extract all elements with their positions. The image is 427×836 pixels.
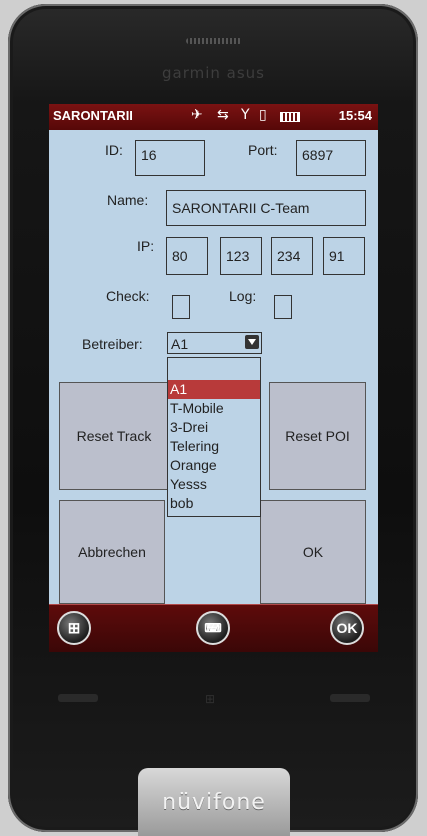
operator-dropdown[interactable]: A1: [167, 332, 262, 354]
hardware-call-key[interactable]: [58, 694, 98, 702]
check-label: Check:: [106, 288, 150, 304]
operator-option-bob[interactable]: bob: [168, 494, 260, 513]
start-menu-button[interactable]: ⊞: [57, 611, 91, 645]
signal-icon: Y: [241, 107, 250, 123]
battery-icon: [280, 112, 300, 122]
id-label: ID:: [105, 142, 123, 158]
operator-option-telering[interactable]: Telering: [168, 437, 260, 456]
port-field[interactable]: 6897: [296, 140, 366, 176]
keyboard-button[interactable]: ⌨: [196, 611, 230, 645]
nuvifone-logo: nüvifone: [162, 790, 266, 815]
operator-option-orange[interactable]: Orange: [168, 456, 260, 475]
log-checkbox[interactable]: [274, 295, 292, 319]
ip-octet-4[interactable]: 91: [323, 237, 365, 275]
clock: 15:54: [338, 108, 372, 123]
chevron-down-icon[interactable]: [245, 335, 259, 349]
operator-option-3-drei[interactable]: 3-Drei: [168, 418, 260, 437]
softbar-ok-button[interactable]: OK: [330, 611, 364, 645]
operator-option-yesss[interactable]: Yesss: [168, 475, 260, 494]
operator-options-list: A1 T-Mobile 3-Drei Telering Orange Yesss…: [167, 357, 261, 517]
check-checkbox[interactable]: [172, 295, 190, 319]
hardware-windows-icon[interactable]: ⊞: [205, 692, 215, 706]
vibrate-icon: ▯: [259, 107, 267, 123]
dock-plate: nüvifone: [138, 768, 290, 836]
status-bar: SARONTARII ✈ ⇆ Y ▯ 15:54: [49, 104, 378, 130]
ok-button[interactable]: OK: [260, 500, 366, 604]
operator-option-a1[interactable]: A1: [168, 380, 260, 399]
ip-label: IP:: [137, 238, 155, 254]
gps-icon: ✈: [191, 107, 203, 123]
sync-icon: ⇆: [217, 107, 229, 123]
screen: SARONTARII ✈ ⇆ Y ▯ 15:54 ID: 16 Port: 68…: [49, 104, 378, 652]
hardware-end-key[interactable]: [330, 694, 370, 702]
earpiece-speaker: [186, 38, 242, 44]
ip-octet-2[interactable]: 123: [220, 237, 262, 275]
operator-selected-value: A1: [171, 336, 189, 352]
ip-octet-1[interactable]: 80: [166, 237, 208, 275]
windows-logo-icon: ⊞: [67, 620, 81, 637]
cancel-button[interactable]: Abbrechen: [59, 500, 165, 604]
brand-logo: garmin asus: [162, 64, 265, 82]
operator-option-t-mobile[interactable]: T-Mobile: [168, 399, 260, 418]
name-field[interactable]: SARONTARII C-Team: [166, 190, 366, 226]
operator-label: Betreiber:: [82, 336, 143, 352]
soft-key-bar: ⊞ ⌨ OK: [49, 604, 378, 652]
reset-track-button[interactable]: Reset Track: [59, 382, 169, 490]
ip-octet-3[interactable]: 234: [271, 237, 313, 275]
reset-poi-button[interactable]: Reset POI: [269, 382, 366, 490]
carrier-name: SARONTARII: [53, 108, 133, 123]
id-field[interactable]: 16: [135, 140, 205, 176]
name-label: Name:: [107, 192, 149, 208]
port-label: Port:: [248, 142, 278, 158]
log-label: Log:: [229, 288, 257, 304]
keyboard-icon: ⌨: [204, 621, 222, 635]
